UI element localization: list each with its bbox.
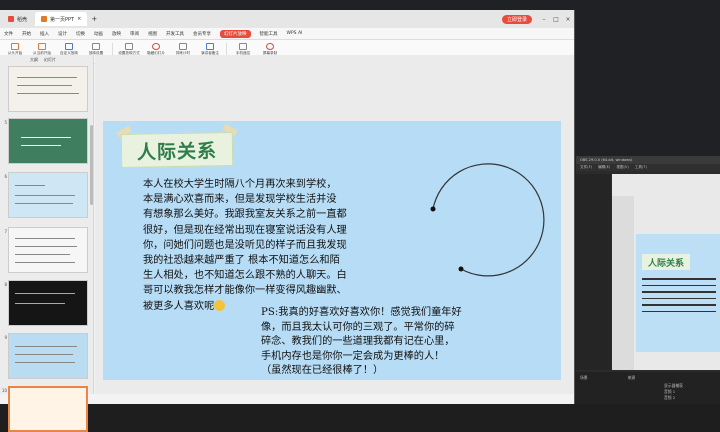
timer-icon bbox=[179, 43, 187, 50]
slide-thumbnail[interactable] bbox=[8, 66, 88, 112]
tab-home[interactable]: 稻壳 bbox=[2, 12, 33, 26]
menu-item[interactable]: 开始 bbox=[22, 31, 31, 37]
phone-icon bbox=[239, 43, 247, 50]
login-button[interactable]: 立即登录 bbox=[501, 14, 532, 24]
title-bar: 稻壳 第一页PPT × + 立即登录 – □ × bbox=[0, 10, 574, 28]
scenes-label: 场景 bbox=[580, 375, 588, 380]
slide-thumbnail[interactable] bbox=[8, 333, 88, 379]
new-tab-icon[interactable]: + bbox=[91, 15, 97, 23]
slide-thumbnail[interactable] bbox=[8, 172, 88, 218]
menu-item[interactable]: 插入 bbox=[40, 31, 49, 37]
source-item[interactable]: 音频 2 bbox=[664, 395, 716, 401]
thumbnail-row[interactable]: 6 bbox=[0, 172, 94, 218]
menu-item[interactable]: WPS AI bbox=[287, 31, 303, 36]
menu-bar: 文件 开始 插入 设计 切换 动画 放映 审阅 视图 开发工具 会员专享 幻灯片放映 智能工具 WPS A… bbox=[0, 28, 574, 40]
menu-item[interactable]: 幻灯片放映 bbox=[220, 29, 251, 38]
menu-item[interactable]: 放映 bbox=[112, 31, 121, 37]
ppt-icon bbox=[41, 16, 48, 22]
sidebar-scrollbar[interactable] bbox=[90, 125, 93, 205]
obs-docks: 场景 来源 显示器捕获 音频 1 音频 2 bbox=[576, 372, 720, 404]
obs-preview-canvas[interactable]: 人际关系 bbox=[612, 174, 720, 370]
thumbnail-row[interactable]: 10 bbox=[0, 386, 94, 432]
preview-slide: 人际关系 bbox=[636, 234, 720, 352]
slide-thumbnail-panel: 大纲 幻灯片 5 6 7 8 9 10 bbox=[0, 55, 94, 432]
slide-ps-text[interactable]: PS:我真的好喜欢好喜欢你！感觉我们童年好 像，而且我太认可你的三观了。平常你的… bbox=[261, 306, 521, 379]
slide-number: 8 bbox=[4, 282, 7, 287]
slide-thumbnail[interactable] bbox=[8, 227, 88, 273]
tab-document[interactable]: 第一页PPT × bbox=[35, 12, 88, 26]
sad-face-icon bbox=[214, 300, 226, 312]
thumbnail-row[interactable]: 5 bbox=[0, 118, 94, 164]
menu-item[interactable]: 设计 bbox=[58, 31, 67, 37]
thumbnail-row[interactable]: 9 bbox=[0, 333, 94, 379]
close-tab-icon[interactable]: × bbox=[77, 16, 81, 22]
close-icon[interactable]: × bbox=[562, 16, 574, 23]
notes-icon bbox=[206, 43, 214, 50]
slide-number bbox=[0, 66, 7, 68]
record-icon bbox=[266, 43, 274, 50]
minimize-icon[interactable]: – bbox=[538, 16, 550, 23]
menu-item[interactable]: 开发工具 bbox=[166, 31, 184, 37]
tab-outline[interactable]: 大纲 bbox=[30, 57, 38, 65]
slide-number: 5 bbox=[4, 120, 7, 125]
custom-show-icon bbox=[65, 43, 73, 50]
obs-menu-item[interactable]: 编辑(E) bbox=[598, 165, 610, 170]
slide-number: 9 bbox=[4, 335, 7, 340]
slide-thumbnail-selected[interactable] bbox=[8, 386, 88, 432]
settings-icon bbox=[92, 43, 100, 50]
thumbnail-row[interactable]: 8 bbox=[0, 280, 94, 326]
app-icon bbox=[8, 16, 14, 22]
menu-item[interactable]: 文件 bbox=[4, 31, 13, 37]
menu-item[interactable]: 会员专享 bbox=[193, 31, 211, 37]
slide-body-text[interactable]: 本人在校大学生时隔八个月再次来到学校， 本是满心欢喜而来，但是发现学校生活并没 … bbox=[143, 177, 423, 314]
thumbnail-row[interactable]: 7 bbox=[0, 227, 94, 273]
slide-thumbnail[interactable] bbox=[8, 280, 88, 326]
desktop: 稻壳 第一页PPT × + 立即登录 – □ × 文件 开始 插入 设计 切换 动画 放映 审… bbox=[0, 0, 720, 432]
slide-number: 7 bbox=[4, 229, 7, 234]
menu-item[interactable]: 动画 bbox=[94, 31, 103, 37]
preview-text-lines bbox=[642, 278, 716, 317]
obs-title-bar: OBS 29.0.0 (64-bit, windows) bbox=[576, 156, 720, 164]
play-icon bbox=[11, 43, 19, 50]
menu-item[interactable]: 审阅 bbox=[130, 31, 139, 37]
obs-preview-window: OBS 29.0.0 (64-bit, windows) 文件(F) 编辑(E)… bbox=[576, 156, 720, 404]
slide-number: 10 bbox=[1, 388, 7, 393]
obs-dark-panel bbox=[576, 174, 611, 370]
slide-title-box[interactable]: 人际关系 bbox=[120, 132, 234, 168]
tab-label: 稻壳 bbox=[17, 16, 28, 23]
play-current-icon bbox=[38, 43, 46, 50]
sidebar-tabs: 大纲 幻灯片 bbox=[0, 55, 93, 65]
obs-menu-item[interactable]: 工具(T) bbox=[635, 165, 647, 170]
circle-arc-decoration bbox=[430, 163, 545, 277]
tab-label: 第一页PPT bbox=[50, 16, 75, 23]
slide-canvas: 人际关系 本人在校大学生时隔八个月再次来到学校， 本是满心欢喜而来，但是发现学校… bbox=[95, 55, 574, 394]
current-slide[interactable]: 人际关系 本人在校大学生时隔八个月再次来到学校， 本是满心欢喜而来，但是发现学校… bbox=[103, 121, 561, 380]
tab-slides[interactable]: 幻灯片 bbox=[44, 57, 56, 65]
obs-menu-item[interactable]: 视图(V) bbox=[616, 165, 628, 170]
slide-number: 6 bbox=[4, 174, 7, 179]
slide-title: 人际关系 bbox=[136, 139, 218, 164]
thumbnail-row[interactable] bbox=[0, 66, 94, 112]
preview-slide-title: 人际关系 bbox=[642, 254, 690, 270]
slide-thumbnail[interactable] bbox=[8, 118, 88, 164]
sources-label: 来源 bbox=[627, 375, 636, 380]
body-text: 本人在校大学生时隔八个月再次来到学校， 本是满心欢喜而来，但是发现学校生活并没 … bbox=[143, 179, 347, 312]
hide-icon bbox=[152, 43, 160, 50]
menu-item[interactable]: 智能工具 bbox=[260, 31, 278, 37]
menu-item[interactable]: 视图 bbox=[148, 31, 157, 37]
preview-thumbnail-panel bbox=[612, 196, 634, 370]
obs-menu-item[interactable]: 文件(F) bbox=[580, 165, 592, 170]
obs-menu-bar: 文件(F) 编辑(E) 视图(V) 工具(T) bbox=[576, 164, 720, 171]
menu-item[interactable]: 切换 bbox=[76, 31, 85, 37]
maximize-icon[interactable]: □ bbox=[550, 16, 562, 23]
mode-icon bbox=[125, 43, 133, 50]
